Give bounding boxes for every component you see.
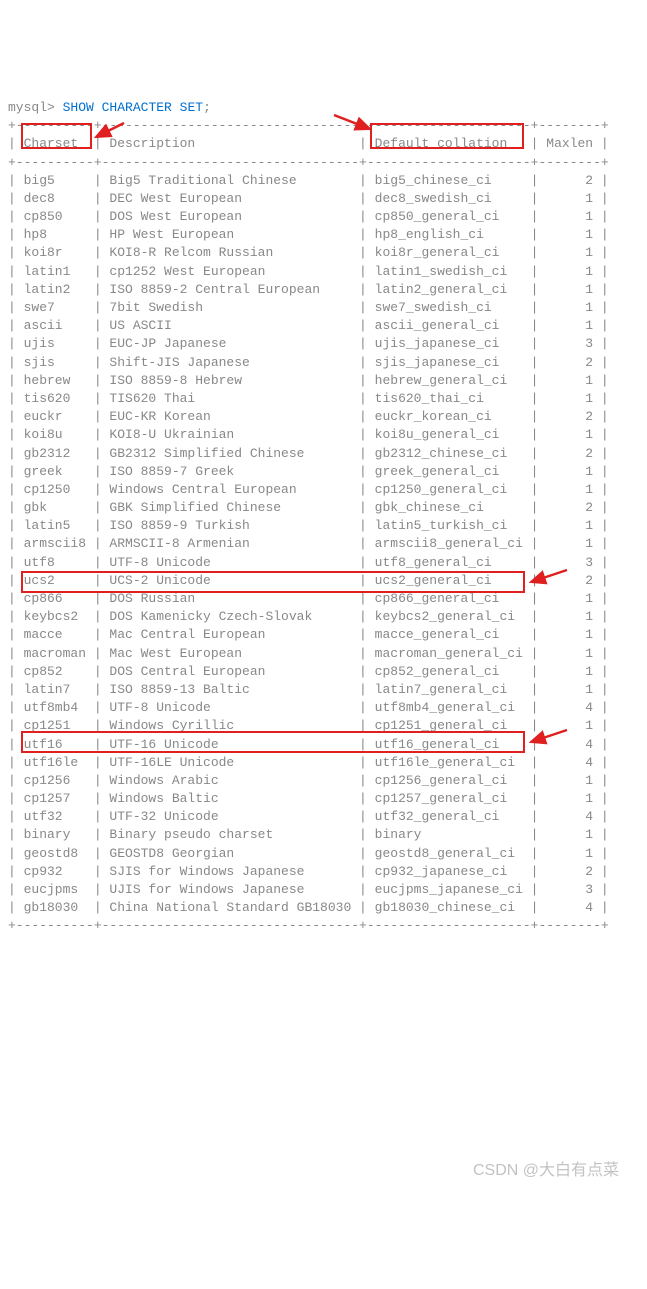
semicolon: ; [203, 100, 211, 115]
sql-command: SHOW CHARACTER SET [63, 100, 203, 115]
mysql-prompt: mysql> [8, 100, 55, 115]
result-table: +----------+----------------------------… [8, 117, 609, 935]
watermark: CSDN @大白有点菜 [473, 1160, 619, 1182]
